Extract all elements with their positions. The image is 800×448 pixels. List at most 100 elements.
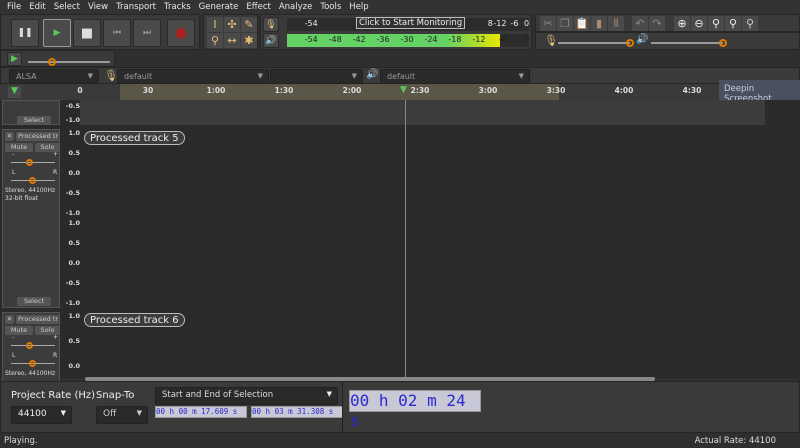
menu-help[interactable]: Help (345, 0, 372, 14)
edit-toolbar: ✂ ❐ 📋 ▮ ⫴ ↶ ↷ ⊕ ⊖ ⚲ ⚲ ⚲ (535, 14, 800, 32)
skip-end-button[interactable]: ⏭ (133, 19, 161, 47)
monitor-tooltip[interactable]: Click to Start Monitoring (356, 17, 466, 29)
skip-start-button[interactable]: ⏮ (103, 19, 131, 47)
pause-button[interactable]: ❚❚ (11, 19, 39, 47)
select-button[interactable]: Select (17, 297, 51, 306)
gain-slider[interactable] (11, 159, 55, 166)
gain-slider[interactable] (11, 342, 55, 349)
redo-icon[interactable]: ↷ (649, 16, 665, 31)
gain-handle[interactable] (26, 159, 33, 166)
menu-effect[interactable]: Effect (242, 0, 274, 14)
pan-handle[interactable] (29, 360, 36, 367)
scale-label: 1.0 (68, 312, 80, 320)
top-track-waveform[interactable] (80, 100, 765, 125)
timeline-options-button[interactable]: ▼ (8, 86, 21, 98)
zoom-out-icon[interactable]: ⊖ (691, 16, 707, 31)
speed-slider[interactable] (28, 58, 110, 66)
track-format: Stereo, 44100Hz (5, 187, 56, 194)
cut-icon[interactable]: ✂ (540, 16, 556, 31)
scale-label: 0.5 (68, 149, 80, 157)
multi-tool-icon[interactable]: ✱ (241, 33, 257, 48)
timeline-ruler[interactable]: ▼ ▼ 0 30 1:00 1:30 2:00 2:30 3:00 3:30 4:00 4:30 (0, 84, 800, 100)
play-head-icon: ▼ (400, 85, 407, 95)
mute-button[interactable]: Mute (5, 143, 33, 152)
menu-file[interactable]: File (3, 0, 25, 14)
meter-tick: -36 (376, 35, 390, 44)
silence-icon[interactable]: ⫴ (608, 16, 624, 31)
output-volume-slider[interactable] (651, 39, 727, 47)
zoom-tool-icon[interactable]: ⚲ (207, 33, 223, 48)
ruler-label: 1:00 (206, 86, 226, 95)
fit-project-icon[interactable]: ⚲ (725, 16, 741, 31)
close-track-button[interactable]: ✕ (5, 315, 14, 324)
playback-meter[interactable]: -54 -48 -42 -36 -30 -24 -18 -12 -6 0 (287, 34, 529, 47)
top-track-panel: Select (2, 100, 60, 125)
meter-tick: -12 (493, 19, 507, 28)
status-text: Playing. (4, 436, 38, 446)
play-cursor (405, 100, 406, 378)
input-device-select[interactable]: default ▼ (117, 69, 269, 84)
track-name[interactable]: Processed track 5 (84, 131, 185, 145)
audio-position-time[interactable]: 00 h 02 m 24 s (349, 390, 481, 430)
gain-handle[interactable] (26, 342, 33, 349)
pan-slider[interactable] (11, 360, 55, 367)
selection-start-time[interactable]: 00 h 00 m 17.609 s (155, 406, 247, 418)
menu-view[interactable]: View (84, 0, 112, 14)
undo-icon[interactable]: ↶ (632, 16, 648, 31)
fit-selection-icon[interactable]: ⚲ (708, 16, 724, 31)
project-rate-label: Project Rate (Hz) (11, 390, 96, 401)
zoom-toggle-icon[interactable]: ⚲ (742, 16, 758, 31)
play-at-speed-button[interactable]: ▶ (7, 52, 22, 66)
selection-mode-select[interactable]: Start and End of Selection ▼ (155, 387, 338, 405)
track-name[interactable]: Processed track 6 (84, 313, 185, 327)
scale-label: -1.0 (65, 299, 80, 307)
output-device-select[interactable]: default ▼ (380, 69, 530, 84)
channels-select[interactable]: ▼ (270, 69, 363, 84)
zoom-in-icon[interactable]: ⊕ (674, 16, 690, 31)
input-device-value: default (124, 72, 153, 81)
selection-mode-value: Start and End of Selection (162, 390, 274, 400)
microphone-icon[interactable]: 🎙 (263, 17, 279, 32)
menu-tools[interactable]: Tools (316, 0, 345, 14)
envelope-tool-icon[interactable]: ✣ (224, 17, 240, 32)
menu-edit[interactable]: Edit (25, 0, 49, 14)
speaker-icon[interactable]: 🔊 (263, 33, 279, 48)
selection-end-time[interactable]: 00 h 03 m 31.308 s (251, 406, 343, 418)
host-select[interactable]: ALSA ▼ (9, 69, 99, 84)
track-menu-button[interactable]: Processed tr (16, 132, 59, 141)
menu-select[interactable]: Select (50, 0, 84, 14)
play-button[interactable]: ▶ (43, 19, 71, 47)
scale-label: -1.0 (65, 116, 80, 124)
select-button[interactable]: Select (17, 116, 51, 125)
ruler-label: 2:30 (410, 86, 430, 95)
project-rate-value: 44100 (18, 409, 47, 419)
stop-button[interactable]: ■ (73, 19, 101, 47)
menu-generate[interactable]: Generate (195, 0, 243, 14)
trim-icon[interactable]: ▮ (591, 16, 607, 31)
menu-analyze[interactable]: Analyze (275, 0, 317, 14)
ruler-label: 2:00 (342, 86, 362, 95)
mute-button[interactable]: Mute (5, 326, 33, 335)
menu-transport[interactable]: Transport (112, 0, 160, 14)
draw-tool-icon[interactable]: ✎ (241, 17, 257, 32)
pan-handle[interactable] (29, 177, 36, 184)
snap-to-select[interactable]: Off ▼ (96, 406, 148, 424)
copy-icon[interactable]: ❐ (557, 16, 573, 31)
selection-tool-icon[interactable]: I (207, 17, 223, 32)
track-menu-button[interactable]: Processed tr (16, 315, 59, 324)
record-button[interactable]: ● (167, 19, 195, 47)
meter-tick: -54 (304, 19, 318, 28)
close-track-button[interactable]: ✕ (5, 132, 14, 141)
paste-icon[interactable]: 📋 (574, 16, 590, 31)
selection-toolbar: Project Rate (Hz) 44100 ▼ Snap-To Off ▼ St… (0, 381, 800, 434)
timeshift-tool-icon[interactable]: ↔ (224, 33, 240, 48)
meter-tick: -54 (304, 35, 318, 44)
scale-label: 0.0 (68, 259, 80, 267)
tools-toolbar: I ✣ ✎ ⚲ ↔ ✱ (203, 14, 258, 50)
meter-tick: -48 (328, 35, 342, 44)
project-rate-select[interactable]: 44100 ▼ (11, 406, 72, 424)
pan-slider[interactable] (11, 177, 55, 184)
play-at-speed-toolbar: ▶ (0, 50, 115, 67)
input-volume-slider[interactable] (558, 39, 634, 47)
menu-tracks[interactable]: Tracks (160, 0, 195, 14)
